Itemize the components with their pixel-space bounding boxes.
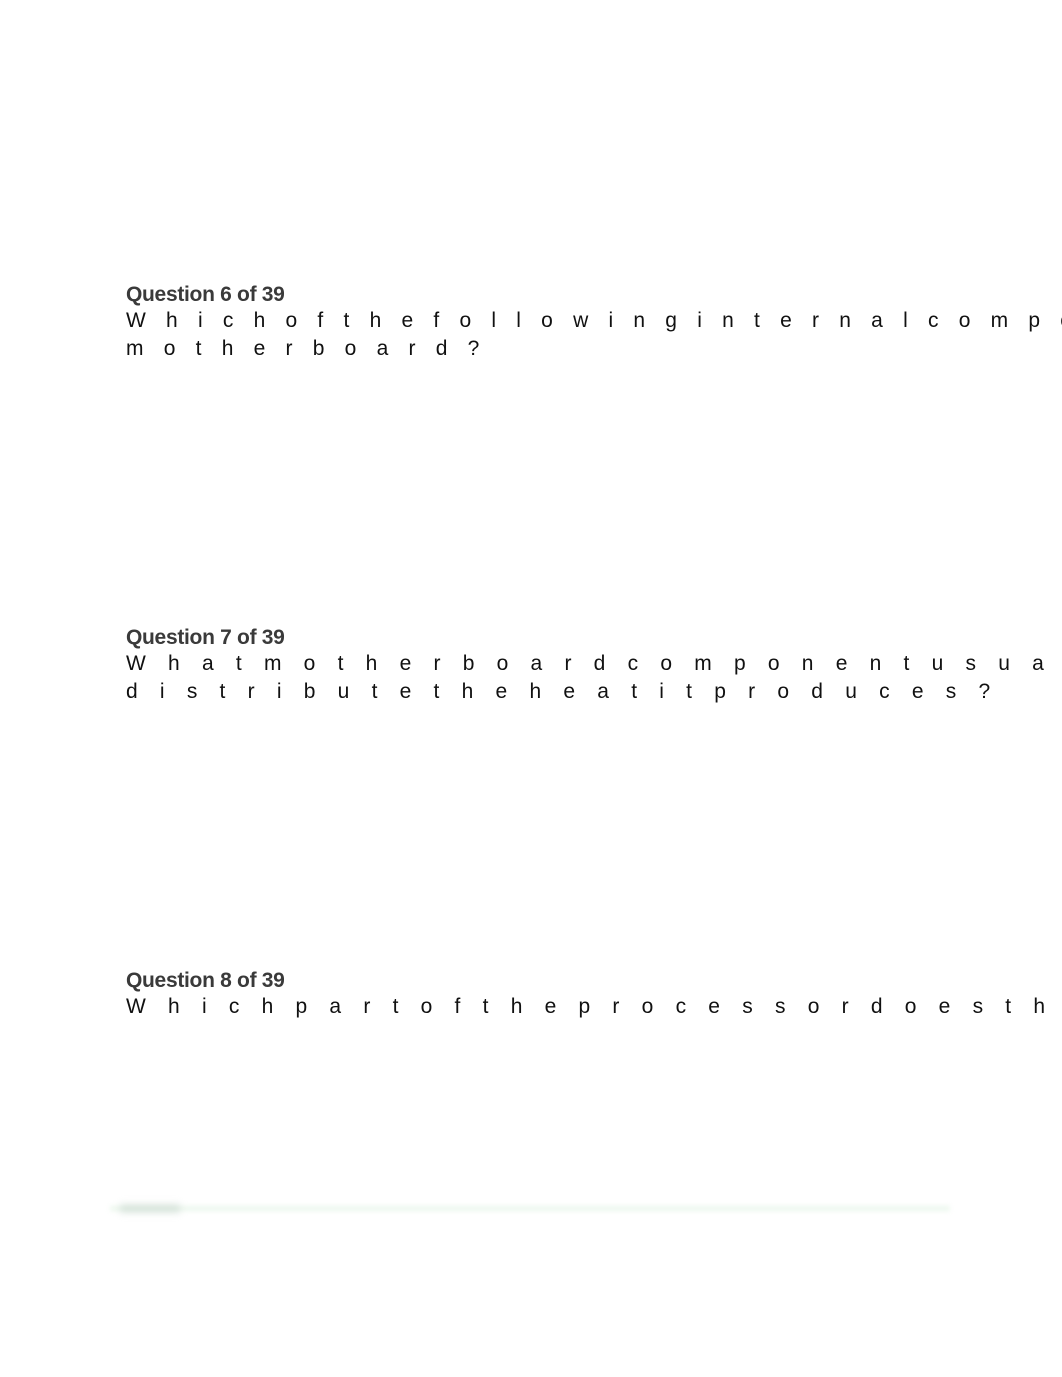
question-text-line: W h i c h p a r t o f t h e p r o c e s … (126, 995, 1062, 1018)
faded-divider (110, 1204, 950, 1213)
question-title: Question 8 of 39 (126, 969, 285, 992)
question-title: Question 6 of 39 (126, 283, 285, 306)
question-text-line: W h a t m o t h e r b o a r d c o m p o … (126, 652, 1062, 675)
question-block-7: Question 7 of 39 W h a t m o t h e r b o… (126, 626, 1062, 706)
question-text-line: m o t h e r b o a r d ? (126, 337, 483, 360)
question-block-8: Question 8 of 39 W h i c h p a r t o f t… (126, 969, 1062, 1021)
question-title: Question 7 of 39 (126, 626, 285, 649)
question-text-line: W h i c h o f t h e f o l l o w i n g i … (126, 309, 1062, 332)
question-block-6: Question 6 of 39 W h i c h o f t h e f o… (126, 283, 1062, 363)
question-text-line: d i s t r i b u t e t h e h e a t i t p … (126, 680, 994, 703)
